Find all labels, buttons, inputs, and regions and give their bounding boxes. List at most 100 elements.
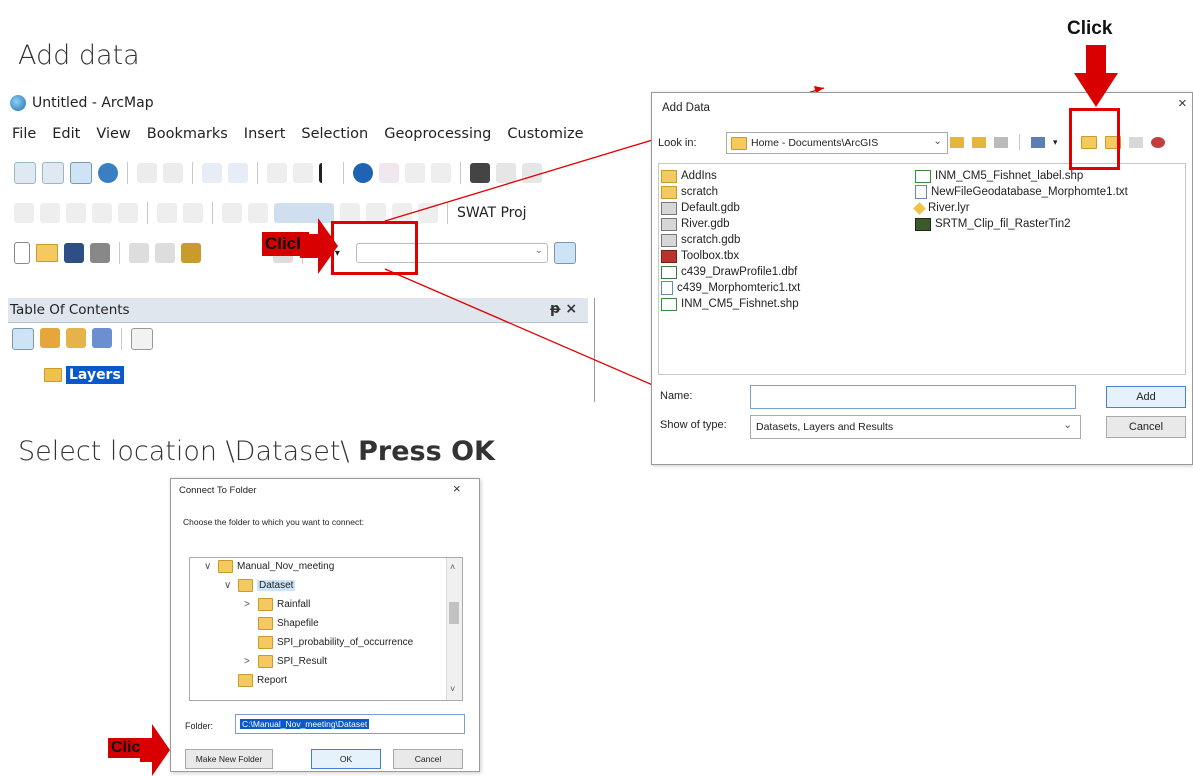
show-of-type-dropdown[interactable]: Datasets, Layers and Results ⌄ (750, 415, 1081, 439)
toolbar-icon[interactable] (366, 203, 386, 223)
select-pointer-icon[interactable] (319, 163, 334, 183)
find-route-icon[interactable] (496, 163, 516, 183)
file-item[interactable]: SRTM_Clip_fil_RasterTin2 (915, 216, 1128, 232)
toc-layers-item[interactable]: Layers (44, 366, 124, 384)
file-item[interactable]: Toolbox.tbx (661, 248, 800, 264)
pan-icon[interactable] (70, 162, 92, 184)
tree-node[interactable]: Shapefile (244, 617, 319, 630)
toolbar-icon[interactable] (157, 203, 177, 223)
file-item[interactable]: c439_Morphomteric1.txt (661, 280, 800, 296)
find-binoculars-icon[interactable] (470, 163, 490, 183)
file-item[interactable]: INM_CM5_Fishnet.shp (661, 296, 800, 312)
tree-node[interactable]: ∨ Manual_Nov_meeting (204, 560, 334, 573)
list-by-visibility-icon[interactable] (66, 328, 86, 348)
menu-geoprocessing[interactable]: Geoprocessing (384, 126, 491, 142)
scrollbar-thumb[interactable] (449, 602, 459, 624)
menu-view[interactable]: View (96, 126, 130, 142)
cancel-button[interactable]: Cancel (393, 749, 463, 769)
toolbar-icon[interactable] (392, 203, 412, 223)
toc-splitter[interactable] (594, 298, 595, 402)
paste-icon[interactable] (181, 243, 201, 263)
go-to-xy-icon[interactable] (522, 163, 542, 183)
make-new-folder-button[interactable]: Make New Folder (185, 749, 273, 769)
file-item[interactable]: INM_CM5_Fishnet_label.shp (915, 168, 1128, 184)
cancel-button[interactable]: Cancel (1106, 416, 1186, 438)
menu-customize[interactable]: Customize (507, 126, 583, 142)
select-features-icon[interactable] (267, 163, 287, 183)
arcgis-online-icon[interactable] (1150, 136, 1165, 148)
close-icon[interactable]: × (453, 481, 461, 496)
folder-input[interactable]: C:\Manual_Nov_meeting\Dataset (235, 714, 465, 734)
look-in-dropdown[interactable]: Home - Documents\ArcGIS ⌄ (726, 132, 948, 154)
catalog-icon[interactable] (1128, 136, 1143, 148)
open-folder-icon[interactable] (36, 244, 58, 262)
chevron-right-icon[interactable]: > (244, 656, 254, 667)
toolbar-icon[interactable] (340, 203, 360, 223)
full-extent-icon[interactable] (98, 163, 118, 183)
menu-edit[interactable]: Edit (52, 126, 80, 142)
tree-node[interactable]: Report (224, 674, 287, 687)
list-by-source-icon[interactable] (40, 328, 60, 348)
menu-insert[interactable]: Insert (244, 126, 286, 142)
tree-node[interactable]: ∨ Dataset (224, 579, 296, 592)
tree-scrollbar[interactable]: ˄ ˅ (446, 558, 462, 700)
fixed-zoom-in-icon[interactable] (137, 163, 157, 183)
menu-selection[interactable]: Selection (301, 126, 368, 142)
tree-node[interactable]: SPI_probability_of_occurrence (244, 636, 413, 649)
back-icon[interactable] (202, 163, 222, 183)
toolbar-icon[interactable] (418, 203, 438, 223)
new-document-icon[interactable] (14, 242, 30, 264)
add-button[interactable]: Add (1106, 386, 1186, 408)
toolbar-icon[interactable] (222, 203, 242, 223)
chevron-down-icon[interactable]: ∨ (204, 561, 214, 572)
hyperlink-icon[interactable] (379, 163, 399, 183)
tree-node[interactable]: > SPI_Result (244, 655, 327, 668)
toolbar-icon[interactable] (183, 203, 203, 223)
editor-icon[interactable] (554, 242, 576, 264)
chevron-down-icon[interactable]: ∨ (224, 580, 234, 591)
fixed-zoom-out-icon[interactable] (163, 163, 183, 183)
identify-icon[interactable] (353, 163, 373, 183)
file-item[interactable]: River.lyr (913, 200, 1128, 216)
list-by-selection-icon[interactable] (92, 328, 112, 348)
file-item[interactable]: Default.gdb (661, 200, 800, 216)
toolbar-icon[interactable] (248, 203, 268, 223)
zoom-out-icon[interactable] (42, 162, 64, 184)
file-item[interactable]: scratch.gdb (661, 232, 800, 248)
toolbar-icon[interactable] (118, 203, 138, 223)
copy-icon[interactable] (155, 243, 175, 263)
tree-node[interactable]: > Rainfall (244, 598, 310, 611)
close-icon[interactable]: × (1178, 95, 1187, 112)
list-by-drawing-order-icon[interactable] (12, 328, 34, 350)
ok-button[interactable]: OK (311, 749, 381, 769)
print-icon[interactable] (90, 243, 110, 263)
toc-pin-close[interactable]: ᵽ × (550, 301, 577, 317)
measure-icon[interactable] (431, 163, 451, 183)
file-item[interactable]: NewFileGeodatabase_Morphomte1.txt (915, 184, 1128, 200)
toolbar-icon[interactable] (40, 203, 60, 223)
forward-icon[interactable] (228, 163, 248, 183)
zoom-in-icon[interactable] (14, 162, 36, 184)
cut-icon[interactable] (129, 243, 149, 263)
scroll-down-icon[interactable]: ˅ (450, 684, 455, 694)
view-menu-icon[interactable] (1031, 136, 1045, 148)
save-icon[interactable] (64, 243, 84, 263)
go-to-home-icon[interactable] (972, 136, 986, 148)
clear-selection-icon[interactable] (293, 163, 313, 183)
up-one-level-icon[interactable] (950, 136, 964, 148)
file-item[interactable]: scratch (661, 184, 800, 200)
toolbar-icon[interactable] (14, 203, 34, 223)
name-input[interactable] (750, 385, 1076, 409)
options-icon[interactable] (131, 328, 153, 350)
file-item[interactable]: River.gdb (661, 216, 800, 232)
menu-bookmarks[interactable]: Bookmarks (147, 126, 228, 142)
toggle-contents-icon[interactable] (994, 136, 1008, 148)
file-item[interactable]: c439_DrawProfile1.dbf (661, 264, 800, 280)
file-item[interactable]: AddIns (661, 168, 800, 184)
menu-file[interactable]: File (12, 126, 36, 142)
scroll-up-icon[interactable]: ˄ (450, 562, 455, 572)
html-popup-icon[interactable] (405, 163, 425, 183)
toolbar-icon[interactable] (92, 203, 112, 223)
chevron-right-icon[interactable]: > (244, 599, 254, 610)
toolbar-icon[interactable] (66, 203, 86, 223)
